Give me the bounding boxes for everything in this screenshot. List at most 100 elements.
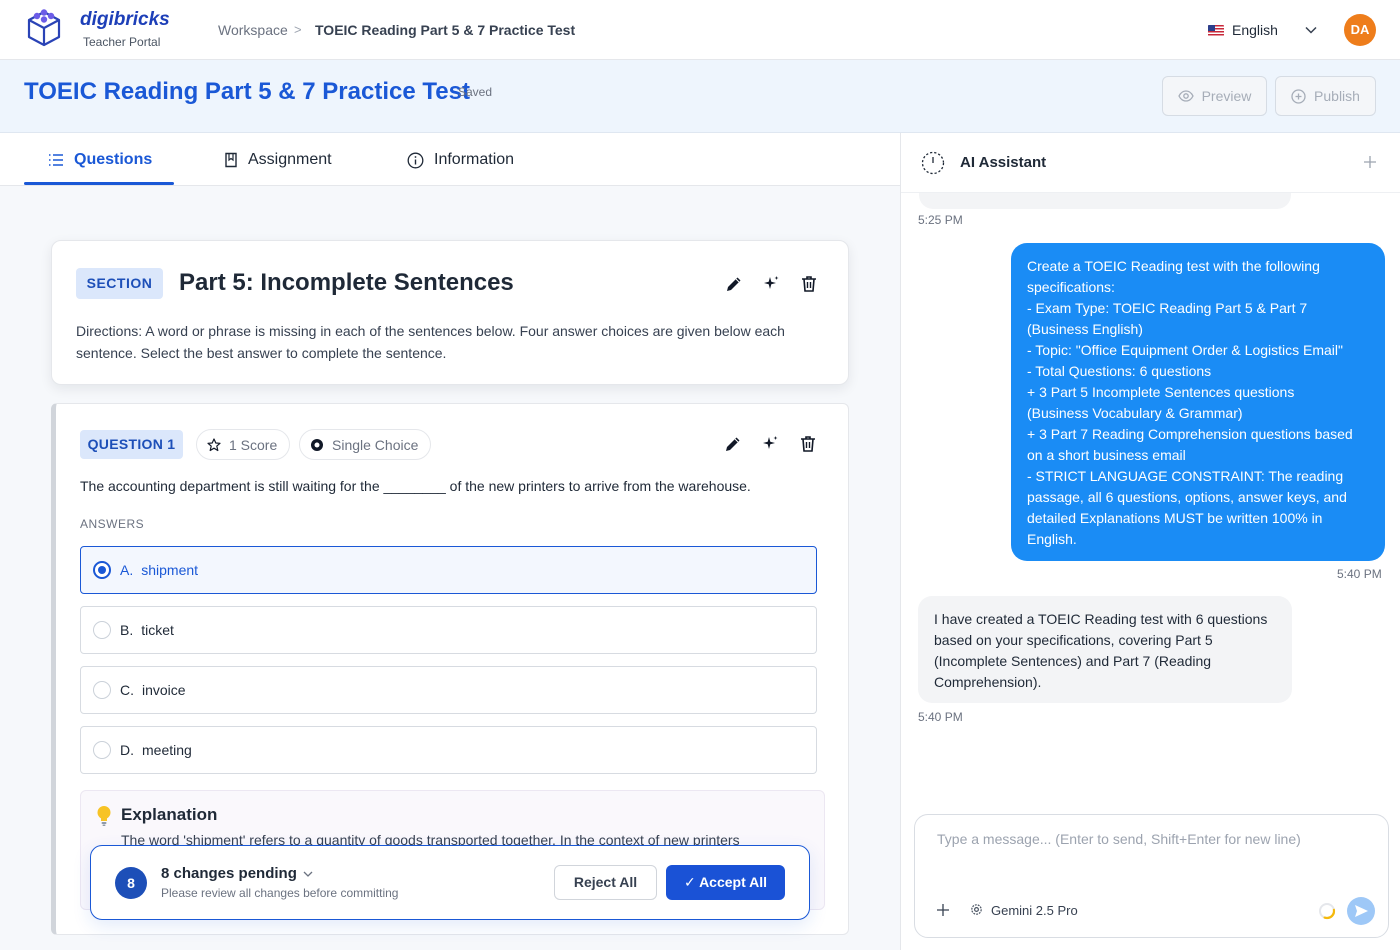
- breadcrumb-separator: >: [294, 22, 302, 37]
- preview-button[interactable]: Preview: [1162, 76, 1267, 116]
- message-timestamp: 5:40 PM: [1337, 567, 1382, 581]
- question-type-label: Single Choice: [332, 436, 419, 453]
- tab-information[interactable]: Information: [407, 151, 514, 169]
- info-icon: [407, 152, 424, 168]
- message-line: - Exam Type: TOEIC Reading Part 5 & Part…: [1027, 300, 1308, 316]
- loading-spinner-icon: [1319, 903, 1336, 920]
- logo-cube-icon[interactable]: [26, 8, 62, 48]
- answer-option-d[interactable]: D. meeting: [80, 726, 817, 774]
- edit-pencil-icon[interactable]: [724, 274, 744, 294]
- assistant-timer-icon: [921, 151, 945, 175]
- section-title: Part 5: Incomplete Sentences: [179, 269, 514, 296]
- radio-dot-icon: [311, 438, 323, 451]
- ai-assistant-header: AI Assistant: [901, 133, 1400, 193]
- ai-sparkle-icon[interactable]: [760, 434, 780, 454]
- message-line: (Business Vocabulary & Grammar): [1027, 405, 1243, 421]
- message-timestamp: 5:25 PM: [918, 213, 963, 227]
- language-selector[interactable]: English: [1232, 22, 1278, 38]
- message-composer: Gemini 2.5 Pro: [914, 814, 1389, 938]
- message-line: English.: [1027, 531, 1077, 547]
- gear-icon[interactable]: [969, 902, 984, 917]
- question-type-pill[interactable]: Single Choice: [299, 429, 432, 460]
- message-line: specifications:: [1027, 279, 1115, 295]
- trash-icon[interactable]: [798, 434, 818, 454]
- explanation-title: Explanation: [121, 805, 218, 824]
- ai-sparkle-icon[interactable]: [761, 274, 781, 294]
- tab-information-label: Information: [434, 151, 515, 168]
- radio-selected-icon[interactable]: [93, 561, 111, 579]
- section-chip: SECTION: [76, 268, 163, 299]
- tab-assignment[interactable]: Assignment: [224, 151, 332, 169]
- breadcrumb-current: TOEIC Reading Part 5 & 7 Practice Test: [315, 22, 576, 38]
- answer-option-b[interactable]: B. ticket: [80, 606, 817, 654]
- page-title[interactable]: TOEIC Reading Part 5 & 7 Practice Test: [24, 78, 470, 106]
- message-line: Create a TOEIC Reading test with the fol…: [1027, 258, 1320, 274]
- message-input[interactable]: [937, 831, 1357, 847]
- message-line: - Total Questions: 6 questions: [1027, 363, 1212, 379]
- message-line: Comprehension).: [934, 674, 1042, 690]
- edit-pencil-icon[interactable]: [723, 434, 743, 454]
- message-line: - Topic: "Office Equipment Order & Logis…: [1027, 342, 1343, 358]
- pending-count-badge: 8: [115, 867, 147, 899]
- pending-title[interactable]: 8 changes pending: [161, 865, 313, 882]
- chevron-down-icon[interactable]: [1305, 25, 1317, 35]
- plus-circle-icon: [1291, 88, 1306, 104]
- avatar[interactable]: DA: [1344, 14, 1376, 46]
- top-bar: digibricks Teacher Portal Workspace > TO…: [0, 0, 1400, 60]
- message-line: + 3 Part 7 Reading Comprehension questio…: [1027, 426, 1353, 442]
- question-text: The accounting department is still waiti…: [80, 478, 751, 494]
- chevron-down-icon[interactable]: [303, 870, 313, 878]
- message-line: on a short business email: [1027, 447, 1186, 463]
- previous-message-bubble: [919, 193, 1291, 209]
- section-card: SECTION Part 5: Incomplete Sentences Dir…: [51, 240, 849, 385]
- send-arrow-icon: [1355, 905, 1368, 917]
- tab-bar: Questions Assignment Information: [0, 133, 900, 186]
- new-chat-plus-icon[interactable]: [1363, 155, 1377, 169]
- message-line: + 3 Part 5 Incomplete Sentences question…: [1027, 384, 1295, 400]
- publish-label: Publish: [1314, 88, 1360, 104]
- ai-assistant-title: AI Assistant: [960, 154, 1047, 171]
- score-label: 1 Score: [229, 436, 278, 453]
- radio-empty-icon[interactable]: [93, 741, 111, 759]
- message-line: detailed Explanations MUST be written 10…: [1027, 510, 1323, 526]
- us-flag-icon: [1208, 25, 1224, 36]
- radio-empty-icon[interactable]: [93, 621, 111, 639]
- pending-subtitle: Please review all changes before committ…: [161, 886, 399, 900]
- lightbulb-icon: [97, 806, 111, 826]
- question-chip: QUESTION 1: [80, 430, 183, 459]
- send-button[interactable]: [1347, 897, 1375, 925]
- reject-all-button[interactable]: Reject All: [554, 865, 657, 900]
- star-icon: [207, 437, 221, 451]
- publish-button[interactable]: Publish: [1275, 76, 1376, 116]
- assistant-message-bubble: I have created a TOEIC Reading test with…: [918, 596, 1292, 703]
- accept-all-button[interactable]: ✓ Accept All: [666, 865, 785, 900]
- answer-option-c[interactable]: C. invoice: [80, 666, 817, 714]
- title-band: TOEIC Reading Part 5 & 7 Practice Test S…: [0, 60, 1400, 133]
- message-line: passage, all 6 questions, options, answe…: [1027, 489, 1347, 505]
- breadcrumb-workspace[interactable]: Workspace: [218, 22, 288, 38]
- active-tab-indicator: [24, 182, 174, 185]
- book-icon: [225, 152, 237, 168]
- pending-changes-bar: 8 8 changes pending Please review all ch…: [90, 845, 810, 920]
- answer-text: meeting: [142, 742, 192, 758]
- message-line: - STRICT LANGUAGE CONSTRAINT: The readin…: [1027, 468, 1344, 484]
- score-pill[interactable]: 1 Score: [196, 429, 291, 460]
- section-directions: Directions: A word or phrase is missing …: [76, 323, 785, 361]
- editor-pane: Questions Assignment Information SECTION…: [0, 133, 900, 950]
- attach-plus-icon[interactable]: [936, 903, 950, 917]
- answer-text: invoice: [142, 682, 186, 698]
- message-line: (Business English): [1027, 321, 1143, 337]
- model-selector[interactable]: Gemini 2.5 Pro: [991, 903, 1078, 918]
- list-icon: [49, 154, 63, 166]
- answer-text: ticket: [141, 622, 174, 638]
- tab-questions-label: Questions: [74, 151, 153, 168]
- answers-label: ANSWERS: [80, 517, 145, 531]
- tab-questions[interactable]: Questions: [48, 151, 152, 169]
- answer-option-a[interactable]: A. shipment: [80, 546, 817, 594]
- ai-assistant-panel: AI Assistant 5:25 PM Create a TOEIC Read…: [900, 133, 1400, 950]
- pending-title-label: 8 changes pending: [161, 865, 297, 882]
- preview-label: Preview: [1201, 88, 1252, 104]
- trash-icon[interactable]: [799, 274, 819, 294]
- save-status: Saved: [458, 85, 493, 99]
- radio-empty-icon[interactable]: [93, 681, 111, 699]
